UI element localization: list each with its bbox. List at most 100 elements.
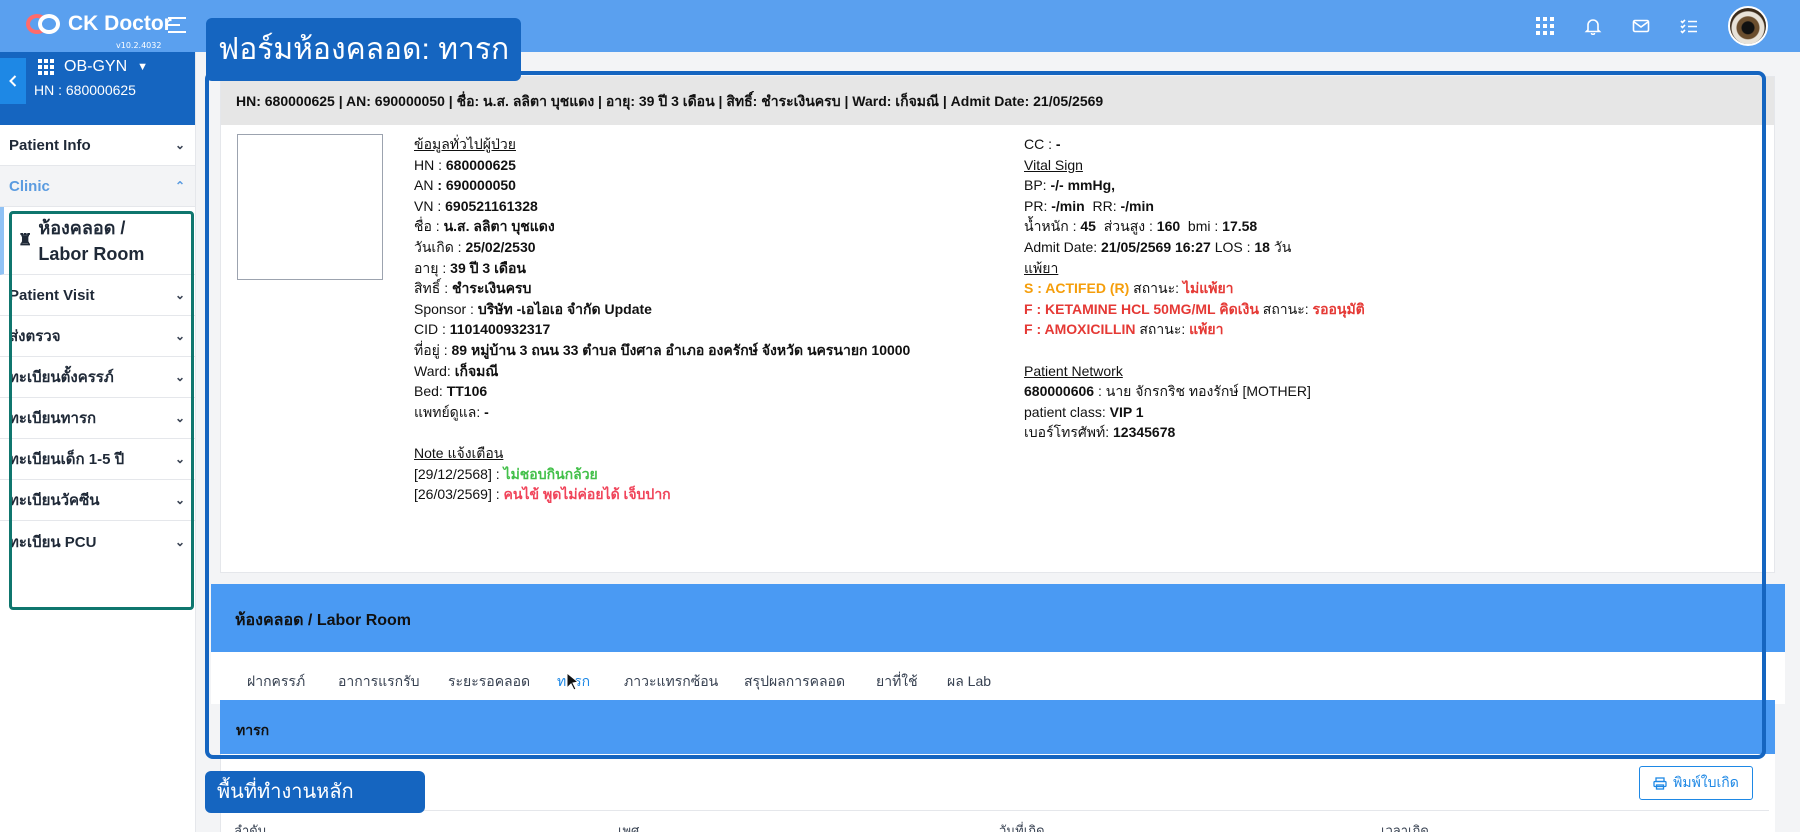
sponsor-value: บริษัท -เอไอเอ จำกัด Update xyxy=(477,300,652,317)
cid-value: 1101400932317 xyxy=(449,321,551,338)
sidebar-item-child-registry[interactable]: ทะเบียนเด็ก 1-5 ปี ⌄ xyxy=(0,439,195,480)
class-label: patient class: xyxy=(1024,403,1110,420)
patient-summary-header: HN: 680000625 | AN: 690000050 | ชื่อ: น.… xyxy=(221,77,1774,125)
column-header-birth-time: เวลาเกิด xyxy=(1381,823,1429,832)
collapse-sidebar-button[interactable] xyxy=(0,58,26,104)
class-value: VIP 1 xyxy=(1109,403,1144,420)
doctor-label: แพทย์ดูแล: xyxy=(414,403,485,420)
rr-value: -/min xyxy=(1120,197,1154,214)
allergy-status-label: สถานะ: xyxy=(1129,280,1183,297)
sponsor-label: Sponsor : xyxy=(414,300,478,317)
sidebar-item-pregnancy-registry[interactable]: ทะเบียนตั้งครรภ์ ⌄ xyxy=(0,357,195,398)
patient-general-info: ข้อมูลทั่วไปผู้ป่วย HN : 680000625 AN : … xyxy=(414,134,910,505)
chevron-down-icon: ⌄ xyxy=(174,411,185,425)
allergy-row: S : ACTIFED (R) สถานะ: ไม่แพ้ยา xyxy=(1024,278,1365,299)
department-selector[interactable]: OB-GYN ▼ xyxy=(38,58,148,76)
doctor-value: - xyxy=(484,403,489,420)
address-value: 89 หมู่บ้าน 3 ถนน 33 ตำบล บึงศาล อำเภอ อ… xyxy=(451,341,911,358)
bp-value: -/- mmHg, xyxy=(1050,177,1116,194)
person-icon: ♜ xyxy=(18,231,33,249)
sidebar-item-label: Clinic xyxy=(9,177,50,195)
top-actions xyxy=(1534,15,1700,37)
admit-label: Admit Date: xyxy=(1024,238,1102,255)
cc-row: CC : - xyxy=(1024,134,1365,155)
age-label: อายุ : xyxy=(414,259,451,276)
note-row: [29/12/2568] : ไม่ชอบกินกล้วย xyxy=(414,464,910,485)
sidebar-item-patient-info[interactable]: Patient Info ⌄ xyxy=(0,125,195,166)
app-logo[interactable]: CK Doctor xyxy=(26,12,172,36)
cc-value: - xyxy=(1055,136,1061,152)
bell-icon[interactable] xyxy=(1582,15,1604,37)
tab-admission-symptoms[interactable]: อาการแรกรับ xyxy=(338,671,420,693)
sidebar-item-send-exam[interactable]: ส่งตรวจ ⌄ xyxy=(0,316,195,357)
labor-tabs: ฝากครรภ์ อาการแรกรับ ระยะรอคลอด ทารก ภาว… xyxy=(211,652,1785,704)
network-person: : นาย จักรกริช ทองรักษ์ [MOTHER] xyxy=(1094,383,1311,400)
allergy-title: แพ้ยา xyxy=(1024,259,1059,276)
sidebar-item-label: ทะเบียนทารก xyxy=(9,410,97,427)
tab-delivery-summary[interactable]: สรุปผลการคลอด xyxy=(744,671,845,693)
column-header-birth-date: วันที่เกิด xyxy=(999,823,1045,832)
patient-card: HN: 680000625 | AN: 690000050 | ชื่อ: น.… xyxy=(220,76,1775,573)
user-avatar[interactable] xyxy=(1728,6,1768,46)
print-button-label: พิมพ์ใบเกิด xyxy=(1673,774,1739,790)
patient-clinical-info: CC : - Vital Sign BP: -/- mmHg, PR: -/mi… xyxy=(1024,134,1365,443)
sidebar-item-clinic[interactable]: Clinic ⌃ xyxy=(0,166,195,207)
allergy-status: รออนุมัติ xyxy=(1312,300,1365,317)
ward-value: เก็จมณี xyxy=(454,362,499,379)
tab-labor-stage[interactable]: ระยะรอคลอด xyxy=(448,671,530,693)
tab-complications[interactable]: ภาวะแทรกซ้อน xyxy=(624,671,718,693)
labor-room-header: ห้องคลอด / Labor Room xyxy=(211,584,1785,652)
menu-toggle-icon[interactable] xyxy=(168,17,186,33)
address-label: ที่อยู่ : xyxy=(414,341,452,358)
tab-antenatal[interactable]: ฝากครรภ์ xyxy=(247,671,305,693)
chevron-down-icon: ⌄ xyxy=(174,493,185,507)
allergy-row: F : KETAMINE HCL 50MG/ML คิดเงิน สถานะ: … xyxy=(1024,299,1365,320)
sidebar-item-vaccine-registry[interactable]: ทะเบียนวัคซีน ⌄ xyxy=(0,480,195,521)
pr-rr-row: PR: -/min RR: -/min xyxy=(1024,196,1365,217)
body-measure-row: น้ำหนัก : 45 ส่วนสูง : 160 bmi : 17.58 xyxy=(1024,216,1365,237)
dob-value: 25/02/2530 xyxy=(465,238,536,255)
column-header-order: ลำดับ xyxy=(234,823,266,832)
doctor-row: แพทย์ดูแล: - xyxy=(414,402,910,423)
department-grid-icon xyxy=(38,59,54,75)
chevron-down-icon: ⌄ xyxy=(174,138,185,152)
sidebar-item-label: Patient Visit xyxy=(9,286,95,304)
mouse-cursor-icon xyxy=(566,672,580,690)
mail-icon[interactable] xyxy=(1630,15,1652,37)
sidebar-item-label: Patient Info xyxy=(9,136,91,154)
caret-down-icon: ▼ xyxy=(137,61,149,73)
weight-label: น้ำหนัก : xyxy=(1024,218,1081,235)
apps-grid-icon[interactable] xyxy=(1534,15,1556,37)
task-list-icon[interactable] xyxy=(1678,15,1700,37)
bed-value: TT106 xyxy=(446,383,488,400)
sidebar-item-infant-registry[interactable]: ทะเบียนทารก ⌄ xyxy=(0,398,195,439)
sidebar-item-patient-visit[interactable]: Patient Visit ⌄ xyxy=(0,275,195,316)
sidebar: OB-GYN ▼ HN : 680000625 Patient Info ⌄ C… xyxy=(0,52,196,832)
right-row: สิทธิ์ : ชำระเงินครบ xyxy=(414,278,910,299)
address-row: ที่อยู่ : 89 หมู่บ้าน 3 ถนน 33 ตำบล บึงศ… xyxy=(414,340,910,361)
an-value: : 690000050 xyxy=(437,177,516,194)
print-birth-certificate-button[interactable]: พิมพ์ใบเกิด xyxy=(1639,766,1753,800)
sidebar-item-label: ส่งตรวจ xyxy=(9,328,61,345)
age-row: อายุ : 39 ปี 3 เดือน xyxy=(414,258,910,279)
an-label: AN xyxy=(414,177,438,194)
allergy-code: F : xyxy=(1024,321,1045,338)
sidebar-item-pcu-registry[interactable]: ทะเบียน PCU ⌄ xyxy=(0,521,195,562)
cc-label: CC : xyxy=(1024,136,1056,152)
sidebar-item-labor-room[interactable]: ♜ ห้องคลอด / Labor Room xyxy=(0,207,195,275)
tab-medications[interactable]: ยาที่ใช้ xyxy=(876,671,918,693)
app-version: v10.2.4032 xyxy=(116,41,162,50)
sidebar-item-label: ห้องคลอด / Labor Room xyxy=(38,217,145,264)
rr-label: RR: xyxy=(1092,197,1121,214)
tab-lab-results[interactable]: ผล Lab xyxy=(947,671,991,693)
class-row: patient class: VIP 1 xyxy=(1024,402,1365,423)
infant-section-body: พิมพ์ใบเกิด ลำดับ เพศ วันที่เกิด เวลาเกิ… xyxy=(220,754,1775,832)
height-value: 160 xyxy=(1156,218,1181,235)
admit-value: 21/05/2569 16:27 xyxy=(1101,238,1211,255)
chevron-left-icon xyxy=(9,75,17,87)
hn-value: 680000625 xyxy=(445,156,516,173)
vn-label: VN : xyxy=(414,197,446,214)
printer-icon xyxy=(1653,776,1667,790)
